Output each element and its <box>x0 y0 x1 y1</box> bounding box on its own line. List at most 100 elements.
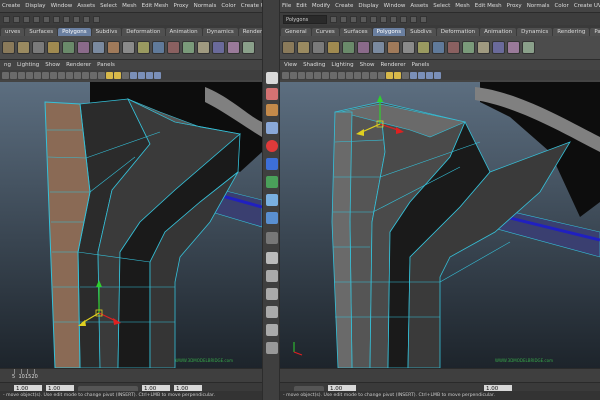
render-icon[interactable] <box>93 15 100 23</box>
snap-grid-icon[interactable] <box>63 15 70 23</box>
menu-edit[interactable]: Edit <box>296 3 307 9</box>
mirror-icon[interactable] <box>447 41 460 54</box>
panel-menu-show[interactable]: Show <box>360 62 375 68</box>
smooth-shade-icon[interactable] <box>90 71 97 79</box>
bridge-icon[interactable] <box>477 41 490 54</box>
shelf-tab-subdivs[interactable]: Subdivs <box>406 28 436 36</box>
save-scene-icon[interactable] <box>23 15 30 23</box>
shelf-tab-surfaces[interactable]: Surfaces <box>25 28 58 36</box>
four-view-layout-icon[interactable] <box>266 270 278 282</box>
panel-menu-view[interactable]: View <box>284 62 297 68</box>
separate-icon[interactable] <box>387 41 400 54</box>
shelf-tab-general[interactable]: General <box>281 28 311 36</box>
hud-icon[interactable] <box>426 71 433 79</box>
boolean-icon[interactable] <box>152 41 165 54</box>
shelf-tab-dynamics[interactable]: Dynamics <box>517 28 553 36</box>
shelf-tab-surfaces[interactable]: Surfaces <box>339 28 372 36</box>
save-scene-icon[interactable] <box>350 15 357 23</box>
shelf-tab-urves[interactable]: urves <box>1 28 25 36</box>
shelf-tab-animation[interactable]: Animation <box>480 28 517 36</box>
poly-plane-icon[interactable] <box>342 41 355 54</box>
menu-create-uvs[interactable]: Create UVs <box>241 3 262 9</box>
poly-sphere-icon[interactable] <box>2 41 15 54</box>
menu-select[interactable]: Select <box>100 3 117 9</box>
panel-menu-panels[interactable]: Panels <box>412 62 430 68</box>
isolate-select-icon[interactable] <box>418 71 425 79</box>
separate-icon[interactable] <box>107 41 120 54</box>
rotate-tool-icon[interactable] <box>266 140 278 152</box>
wireframe-icon[interactable] <box>82 71 89 79</box>
poly-sphere-icon[interactable] <box>282 41 295 54</box>
split-poly-icon[interactable] <box>227 41 240 54</box>
menu-proxy[interactable]: Proxy <box>174 3 189 9</box>
smooth-shade-icon[interactable] <box>370 71 377 79</box>
menu-normals[interactable]: Normals <box>194 3 217 9</box>
panel-menu-lighting[interactable]: Lighting <box>17 62 39 68</box>
bevel-icon[interactable] <box>492 41 505 54</box>
menu-normals[interactable]: Normals <box>527 3 550 9</box>
insert-edge-loop-icon[interactable] <box>522 41 535 54</box>
menu-assets[interactable]: Assets <box>77 3 95 9</box>
xray-icon[interactable] <box>130 71 137 79</box>
snap-grid-icon[interactable] <box>390 15 397 23</box>
isolate-select-icon[interactable] <box>138 71 145 79</box>
extrude-icon[interactable] <box>462 41 475 54</box>
menu-file[interactable]: File <box>282 3 291 9</box>
menu-mesh[interactable]: Mesh <box>455 3 469 9</box>
wireframe-icon[interactable] <box>362 71 369 79</box>
shelf-tab-polygons[interactable]: Polygons <box>372 28 406 36</box>
poly-torus-icon[interactable] <box>77 41 90 54</box>
poly-plane-icon[interactable] <box>62 41 75 54</box>
select-hierarchy-icon[interactable] <box>33 15 40 23</box>
select-component-icon[interactable] <box>53 15 60 23</box>
menu-window[interactable]: Window <box>384 3 406 9</box>
persp-outliner-layout-icon[interactable] <box>266 288 278 300</box>
select-hierarchy-icon[interactable] <box>360 15 367 23</box>
film-gate-icon[interactable] <box>42 71 49 79</box>
open-scene-icon[interactable] <box>340 15 347 23</box>
soft-mod-icon[interactable] <box>266 194 278 206</box>
bookmark-icon[interactable] <box>298 71 305 79</box>
hypershade-layout-icon[interactable] <box>266 324 278 336</box>
menu-modify[interactable]: Modify <box>312 3 330 9</box>
bridge-icon[interactable] <box>197 41 210 54</box>
smooth-icon[interactable] <box>417 41 430 54</box>
combine-icon[interactable] <box>92 41 105 54</box>
panel-menu-renderer[interactable]: Renderer <box>380 62 405 68</box>
menu-create[interactable]: Create <box>335 3 353 9</box>
lights-icon[interactable] <box>114 71 121 79</box>
safe-action-icon[interactable] <box>58 71 65 79</box>
universal-manip-icon[interactable] <box>266 176 278 188</box>
snap-point-icon[interactable] <box>410 15 417 23</box>
menu-color[interactable]: Color <box>221 3 235 9</box>
wireframe-on-shaded-icon[interactable] <box>378 71 385 79</box>
shelf-tab-painteffects[interactable]: PaintEffects <box>590 28 600 36</box>
panel-menu-panels[interactable]: Panels <box>97 62 115 68</box>
menu-edit-mesh[interactable]: Edit Mesh <box>475 3 502 9</box>
grid-icon[interactable] <box>314 71 321 79</box>
snap-curve-icon[interactable] <box>400 15 407 23</box>
panel-menu-lighting[interactable]: Lighting <box>331 62 353 68</box>
xray-icon[interactable] <box>410 71 417 79</box>
lasso-tool-icon[interactable] <box>266 88 278 100</box>
film-gate-icon[interactable] <box>322 71 329 79</box>
menu-mesh[interactable]: Mesh <box>122 3 136 9</box>
persp-graph-layout-icon[interactable] <box>266 306 278 318</box>
panel-menu-ng[interactable]: ng <box>4 62 11 68</box>
snap-point-icon[interactable] <box>83 15 90 23</box>
safe-action-icon[interactable] <box>338 71 345 79</box>
grid-icon[interactable] <box>34 71 41 79</box>
viewport-left[interactable]: WWW.3DMODELBRIDGE.com <box>0 82 262 368</box>
paint-select-tool-icon[interactable] <box>266 104 278 116</box>
lights-icon[interactable] <box>394 71 401 79</box>
poly-cylinder-icon[interactable] <box>312 41 325 54</box>
menu-display[interactable]: Display <box>25 3 45 9</box>
menu-edit-mesh[interactable]: Edit Mesh <box>142 3 169 9</box>
shelf-tab-rendering[interactable]: Rendering <box>553 28 590 36</box>
menu-create[interactable]: Create <box>2 3 20 9</box>
menu-assets[interactable]: Assets <box>410 3 428 9</box>
shadows-icon[interactable] <box>122 71 129 79</box>
shelf-tab-animation[interactable]: Animation <box>165 28 202 36</box>
menu-set-dropdown[interactable]: Polygons <box>283 14 327 24</box>
bevel-icon[interactable] <box>212 41 225 54</box>
